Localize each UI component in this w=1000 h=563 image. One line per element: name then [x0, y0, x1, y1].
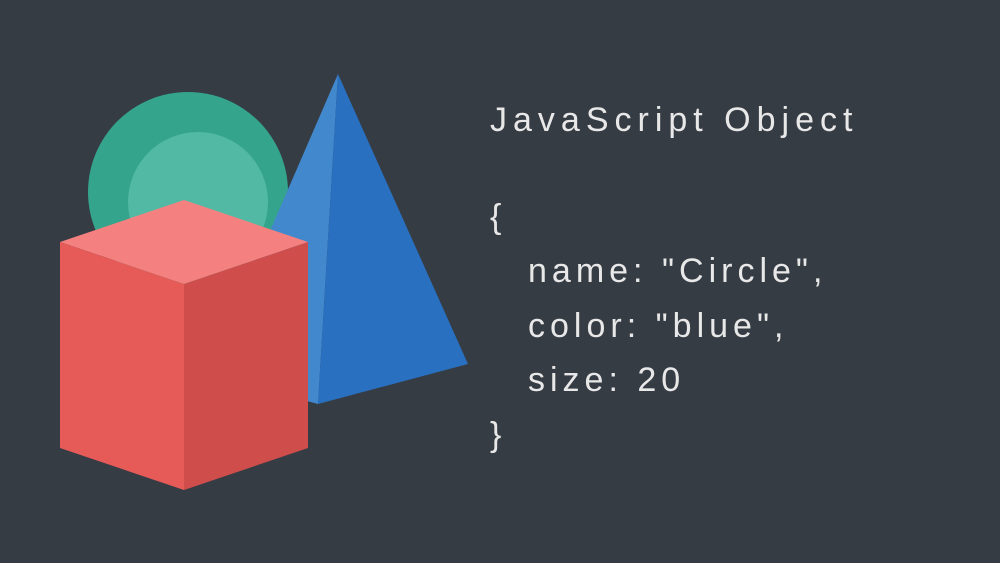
code-property-name: name: "Circle",: [490, 244, 960, 298]
code-property-size: size: 20: [490, 353, 960, 407]
cube-icon: [60, 200, 308, 490]
brace-open: {: [490, 190, 960, 244]
brace-close: }: [490, 408, 960, 462]
code-block: { name: "Circle", color: "blue", size: 2…: [490, 190, 960, 462]
code-title: JavaScript Object: [490, 101, 960, 140]
code-property-color: color: "blue",: [490, 299, 960, 353]
code-snippet: JavaScript Object { name: "Circle", colo…: [470, 101, 1000, 462]
shapes-illustration: [0, 0, 470, 563]
